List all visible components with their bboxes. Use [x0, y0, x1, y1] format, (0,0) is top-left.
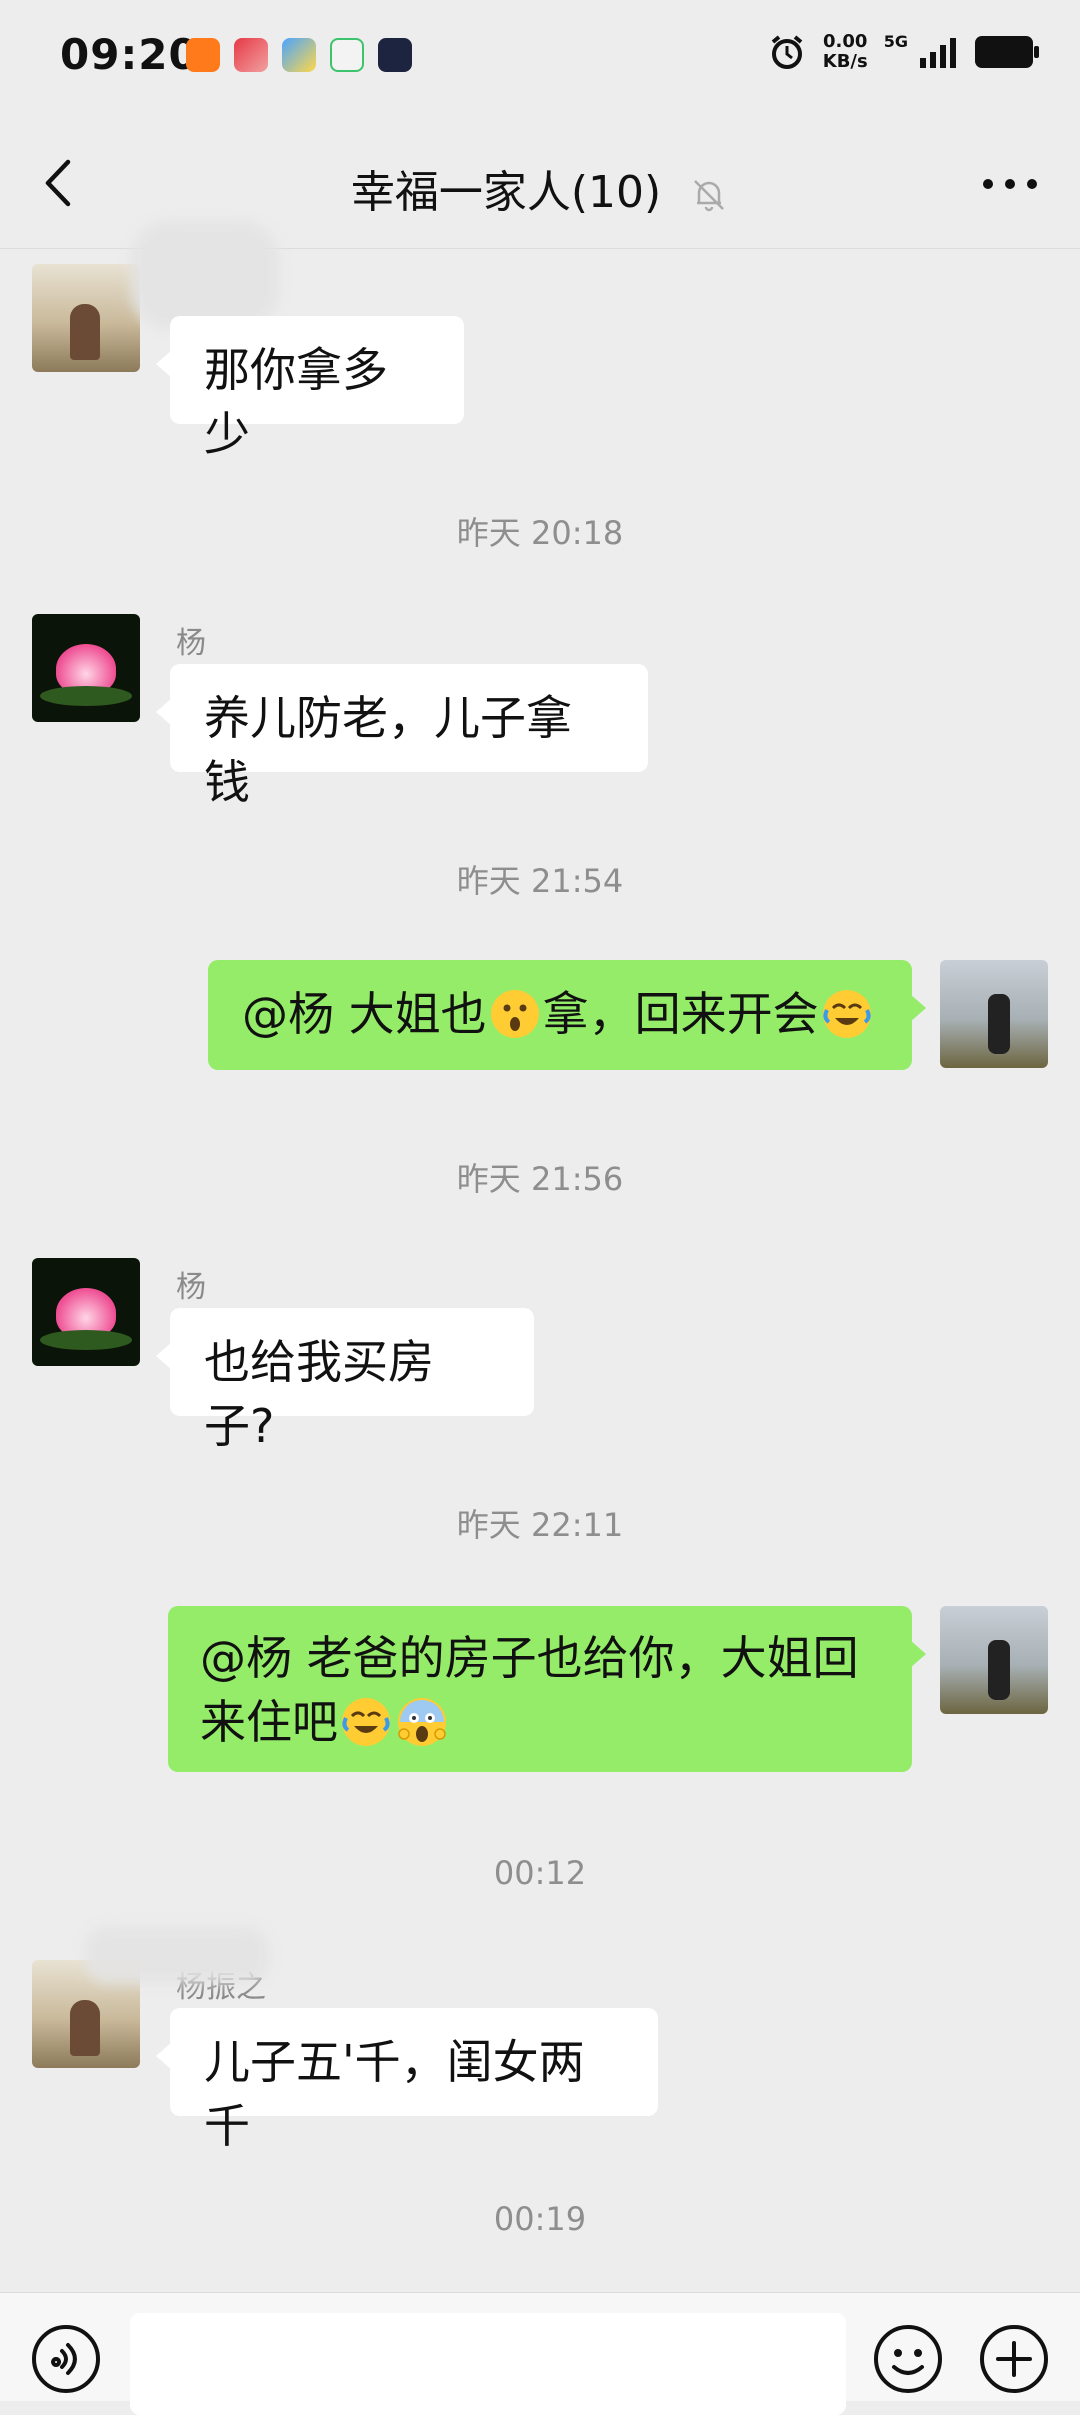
message-bubble[interactable]: 那你拿多少	[156, 316, 464, 461]
sender-name: 杨	[176, 626, 206, 661]
message-bubble[interactable]: 养儿防老，儿子拿钱	[156, 664, 648, 809]
battery-icon	[975, 36, 1039, 68]
avatar-self[interactable]	[940, 960, 1048, 1068]
app-orange-icon	[186, 38, 220, 72]
network-speed-unit: KB/s	[822, 51, 868, 72]
message-text: 那你拿多少	[204, 343, 388, 461]
app-blue-icon	[282, 38, 316, 72]
status-time: 09:20	[60, 30, 199, 79]
sender-name: 杨	[176, 1270, 206, 1305]
status-indicators: 0.00 KB/s 5G	[767, 32, 1040, 72]
message-time: 00:12	[493, 1854, 587, 1892]
network-speed: 0.00 KB/s	[823, 32, 868, 72]
network-type: 5G	[883, 32, 908, 51]
blurred-name	[84, 1926, 270, 1984]
emoji-smile-icon[interactable]	[872, 2323, 944, 2395]
app-red-game-icon	[234, 38, 268, 72]
chat-title-wrap: 幸福一家人(10)	[0, 156, 1080, 220]
message-text-part: 来住吧	[200, 1695, 338, 1749]
message-bubble-outgoing[interactable]: @杨 老爸的房子也给你，大姐回 来住吧	[168, 1606, 926, 1772]
alarm-clock-icon	[771, 35, 803, 69]
screaming-emoji-icon	[398, 1698, 446, 1746]
bell-off-icon	[694, 180, 725, 212]
message-time: 00:19	[493, 2200, 587, 2238]
notification-app-icons	[186, 38, 412, 72]
astonished-emoji-icon	[490, 990, 539, 1038]
message-text-line-2: 来住吧	[200, 1690, 880, 1754]
message-text: 养儿防老，儿子拿钱	[204, 691, 572, 809]
message-bubble[interactable]: 也给我买房子?	[156, 1308, 534, 1453]
crying-laughing-emoji-icon	[342, 1698, 390, 1746]
message-time: 昨天 21:54	[456, 862, 624, 900]
signal-icon	[920, 38, 956, 68]
app-green-icon	[330, 38, 364, 72]
message-text-part: @杨 大姐也	[242, 987, 487, 1041]
more-dots-icon[interactable]	[980, 176, 1040, 192]
crying-laughing-emoji-icon	[822, 990, 871, 1038]
avatar-lotus[interactable]	[32, 1258, 140, 1366]
message-time: 昨天 20:18	[456, 514, 624, 552]
message-time: 昨天 22:11	[456, 1506, 624, 1544]
input-bar	[0, 2292, 1080, 2415]
message-text: 也给我买房子?	[204, 1335, 434, 1453]
plus-circle-icon[interactable]	[978, 2323, 1050, 2395]
status-bar: 09:20 0.00 KB/s 5G	[0, 0, 1080, 118]
voice-icon[interactable]	[30, 2323, 102, 2395]
message-bubble-outgoing[interactable]: @杨 大姐也 拿，回来开会	[208, 960, 926, 1070]
blurred-name	[130, 220, 280, 330]
message-text-part: 拿，回来开会	[542, 987, 819, 1041]
avatar-girl[interactable]	[32, 264, 140, 372]
chat-title: 幸福一家人(10)	[350, 167, 662, 218]
message-text: 儿子五'千，闺女两千	[204, 2035, 585, 2153]
network-speed-value: 0.00	[823, 31, 868, 52]
avatar-self[interactable]	[940, 1606, 1048, 1714]
message-time: 昨天 21:56	[456, 1160, 624, 1198]
message-bubble[interactable]: 儿子五'千，闺女两千	[156, 2008, 658, 2153]
app-dark-video-icon	[378, 38, 412, 72]
avatar-lotus[interactable]	[32, 614, 140, 722]
message-text-line: @杨 老爸的房子也给你，大姐回	[200, 1631, 859, 1685]
